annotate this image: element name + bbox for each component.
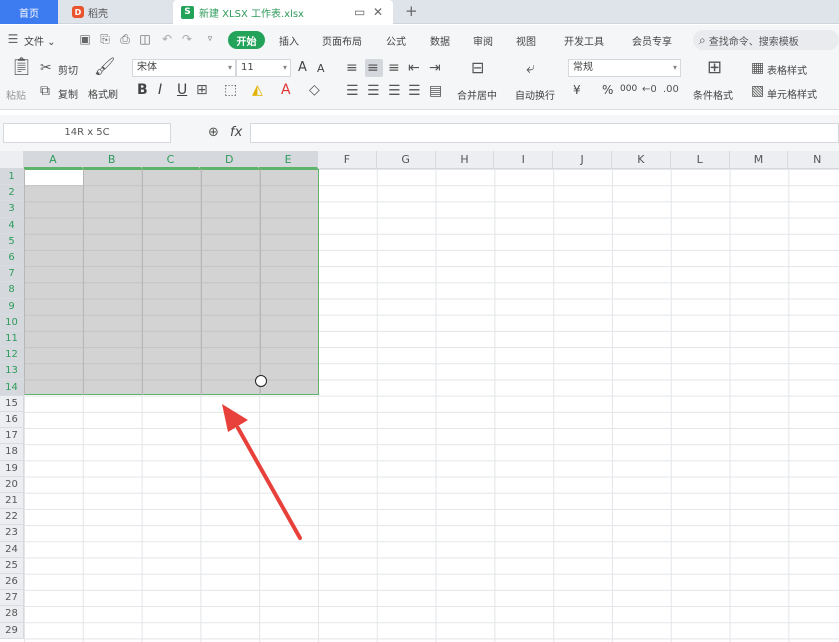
annotation-arrow: [222, 404, 302, 540]
annotation-arrow-shaft: [236, 426, 302, 540]
annotation-arrow-head: [222, 404, 248, 432]
